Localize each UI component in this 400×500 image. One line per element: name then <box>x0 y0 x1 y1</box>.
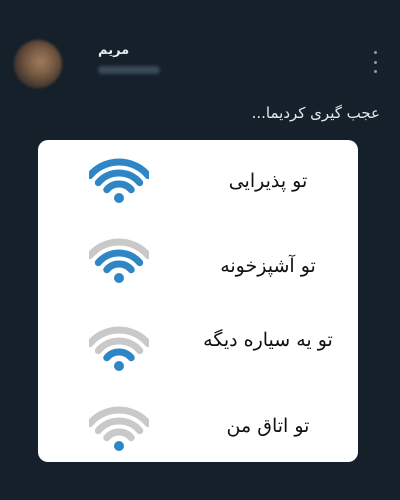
avatar[interactable] <box>14 40 62 88</box>
wifi-dot <box>114 361 124 371</box>
wifi-arc <box>103 348 135 362</box>
meme-row-another-planet: تو یه سیاره دیگه <box>38 300 358 380</box>
meme-image[interactable]: تو پذیرایی تو آشپزخونه تو یه سیاره دیگه … <box>38 140 358 462</box>
author-handle[interactable] <box>98 66 160 74</box>
wifi-dot <box>114 441 124 451</box>
wifi-arc <box>103 260 135 274</box>
wifi-arc <box>103 428 135 442</box>
wifi-arc <box>103 180 135 194</box>
meme-row-my-room: تو اتاق من <box>38 380 358 462</box>
post-header: مریم <box>14 36 386 92</box>
wifi-three-bars-icon <box>89 238 149 283</box>
author-name[interactable]: مریم <box>98 43 129 58</box>
meme-row-label: تو آشپزخونه <box>220 255 316 277</box>
wifi-dot <box>114 273 124 283</box>
tweet-text: عجب گیری کردیما... <box>251 104 380 122</box>
wifi-two-bars-icon <box>89 326 149 371</box>
meme-row-label: تو اتاق من <box>226 415 310 437</box>
meme-row-kitchen: تو آشپزخونه <box>38 220 358 300</box>
meme-row-living-room: تو پذیرایی <box>38 140 358 220</box>
wifi-dot <box>114 193 124 203</box>
meme-row-label: تو یه سیاره دیگه <box>203 329 333 351</box>
meme-row-label: تو پذیرایی <box>228 170 308 192</box>
wifi-full-icon <box>89 158 149 203</box>
more-options-icon[interactable] <box>372 51 378 73</box>
wifi-one-bar-icon <box>89 406 149 451</box>
